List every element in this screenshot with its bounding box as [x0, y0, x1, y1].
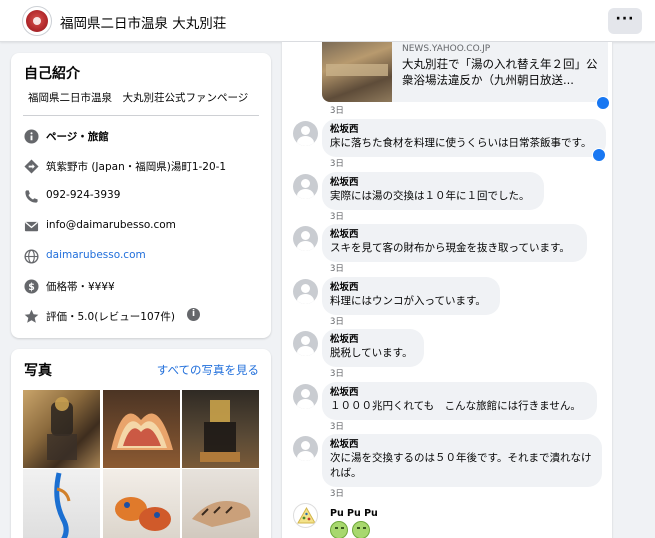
- commenter-avatar[interactable]: [293, 331, 318, 356]
- info-row-website[interactable]: daimarubesso.com: [23, 247, 263, 267]
- comment-author[interactable]: 松坂西: [330, 282, 491, 294]
- like-reaction-icon[interactable]: [592, 148, 606, 162]
- divider: [23, 115, 259, 116]
- comment-bubble: 松坂西 １０００兆円くれても こんな旅館には行きません。: [322, 382, 597, 420]
- top-bar: 福岡県二日市温泉 大丸別荘 ···: [0, 0, 655, 42]
- comment-bubble: 松坂西 料理にはウンコが入っています。: [322, 277, 500, 315]
- photo-thumbnail[interactable]: [182, 469, 259, 538]
- angry-face-emoji-icon: [352, 521, 370, 538]
- info-row-email[interactable]: info@daimarubesso.com: [23, 217, 263, 237]
- svg-text:$: $: [28, 282, 35, 293]
- comment-time[interactable]: 3日: [330, 315, 344, 327]
- comment-text: 実際には湯の交換は１０年に１回でした。: [330, 190, 530, 202]
- commenter-avatar[interactable]: [293, 384, 318, 409]
- see-all-photos-link[interactable]: すべての写真を見る: [157, 362, 259, 378]
- comment-author[interactable]: 松坂西: [330, 439, 593, 451]
- comment-bubble: 松坂西 脱税しています。: [322, 329, 424, 367]
- commenter-avatar[interactable]: [293, 121, 318, 146]
- link-title[interactable]: 大丸別荘で「湯の入れ替え年２回」公衆浴場法違反か（九州朝日放送...: [402, 56, 602, 88]
- photo-thumbnail[interactable]: [182, 390, 259, 468]
- phone-icon: [23, 188, 39, 204]
- photos-card: 写真 すべての写真を見る: [11, 349, 271, 538]
- info-row-address[interactable]: 筑紫野市 (Japan・福岡県)湯町1-20-1: [23, 157, 263, 177]
- link-thumbnail: [322, 42, 392, 102]
- address-text[interactable]: 筑紫野市 (Japan・福岡県)湯町1-20-1: [46, 159, 226, 174]
- photo-thumbnail[interactable]: [23, 390, 100, 468]
- photo-thumbnail[interactable]: [103, 390, 180, 468]
- comment-time[interactable]: 3日: [330, 487, 344, 499]
- commenter-avatar[interactable]: [293, 279, 318, 304]
- comment-author[interactable]: 松坂西: [330, 229, 578, 241]
- photo-thumbnail[interactable]: [23, 469, 100, 538]
- comment-author[interactable]: Pu Pu Pu: [330, 508, 378, 519]
- email-text[interactable]: info@daimarubesso.com: [46, 219, 176, 231]
- comment-bubble: 松坂西 床に落ちた食材を料理に使うくらいは日常茶飯事です。: [322, 119, 606, 157]
- category-text: ページ・旅館: [46, 131, 109, 143]
- comment-time[interactable]: 3日: [330, 367, 344, 379]
- comment-text: スキを見て客の財布から現金を抜き取っています。: [330, 242, 570, 254]
- comment-author[interactable]: 松坂西: [330, 124, 597, 136]
- comment-text: 料理にはウンコが入っています。: [330, 295, 486, 307]
- comment-time[interactable]: 3日: [330, 420, 344, 432]
- mail-icon: [23, 218, 39, 234]
- rating-info-icon[interactable]: i: [187, 308, 200, 321]
- like-reaction-icon[interactable]: [596, 96, 610, 110]
- about-title: 自己紹介: [24, 66, 80, 82]
- price-text: 価格帯・¥¥¥¥: [46, 281, 115, 293]
- commenter-avatar[interactable]: [293, 174, 318, 199]
- page-title[interactable]: 福岡県二日市温泉 大丸別荘: [60, 12, 226, 32]
- page-avatar[interactable]: [22, 6, 52, 36]
- comment-text: 床に落ちた食材を料理に使うくらいは日常茶飯事です。: [330, 137, 592, 149]
- comment-bubble: 松坂西 実際には湯の交換は１０年に１回でした。: [322, 172, 544, 210]
- info-icon: [23, 128, 39, 144]
- rating-text: 評価・5.0(レビュー107件): [46, 311, 175, 323]
- comment-author[interactable]: 松坂西: [330, 387, 588, 399]
- commenter-avatar[interactable]: [293, 436, 318, 461]
- price-icon: $: [23, 278, 39, 294]
- angry-face-emoji-icon: [330, 521, 348, 538]
- link-post-time[interactable]: 3日: [330, 104, 344, 116]
- comment-text: 脱税しています。: [330, 347, 413, 359]
- more-options-button[interactable]: ···: [608, 8, 642, 34]
- info-row-category: ページ・旅館: [23, 127, 263, 147]
- info-row-price: $ 価格帯・¥¥¥¥: [23, 277, 263, 297]
- comment-bubble: 松坂西 スキを見て客の財布から現金を抜き取っています。: [322, 224, 587, 262]
- phone-text[interactable]: 092-924-3939: [46, 189, 120, 201]
- comment-time[interactable]: 3日: [330, 262, 344, 274]
- comment-time[interactable]: 3日: [330, 157, 344, 169]
- comment-author[interactable]: 松坂西: [330, 177, 535, 189]
- globe-icon: [23, 248, 39, 264]
- comment-bubble: 松坂西 次に湯を交換するのは５０年後です。それまで潰れなければ。: [322, 434, 602, 487]
- website-link[interactable]: daimarubesso.com: [46, 249, 146, 261]
- comment-text: 次に湯を交換するのは５０年後です。それまで潰れなければ。: [330, 452, 592, 479]
- commenter-avatar[interactable]: [293, 503, 318, 528]
- commenter-avatar[interactable]: [293, 226, 318, 251]
- info-row-rating: 評価・5.0(レビュー107件) i: [23, 307, 263, 327]
- link-domain: NEWS.YAHOO.CO.JP: [402, 44, 491, 54]
- about-card: 自己紹介 福岡県二日市温泉 大丸別荘公式ファンページ ページ・旅館 筑紫野市 (…: [11, 53, 271, 338]
- comment-time[interactable]: 3日: [330, 210, 344, 222]
- photos-title: 写真: [24, 363, 52, 379]
- location-pin-icon: [23, 158, 39, 174]
- star-icon: [23, 308, 39, 324]
- comment-text: １０００兆円くれても こんな旅館には行きません。: [330, 400, 581, 412]
- info-row-phone[interactable]: 092-924-3939: [23, 187, 263, 207]
- photo-thumbnail[interactable]: [103, 469, 180, 538]
- about-description: 福岡県二日市温泉 大丸別荘公式ファンページ: [28, 92, 249, 104]
- comment-author[interactable]: 松坂西: [330, 334, 415, 346]
- link-preview-card[interactable]: NEWS.YAHOO.CO.JP 大丸別荘で「湯の入れ替え年２回」公衆浴場法違反…: [322, 42, 608, 102]
